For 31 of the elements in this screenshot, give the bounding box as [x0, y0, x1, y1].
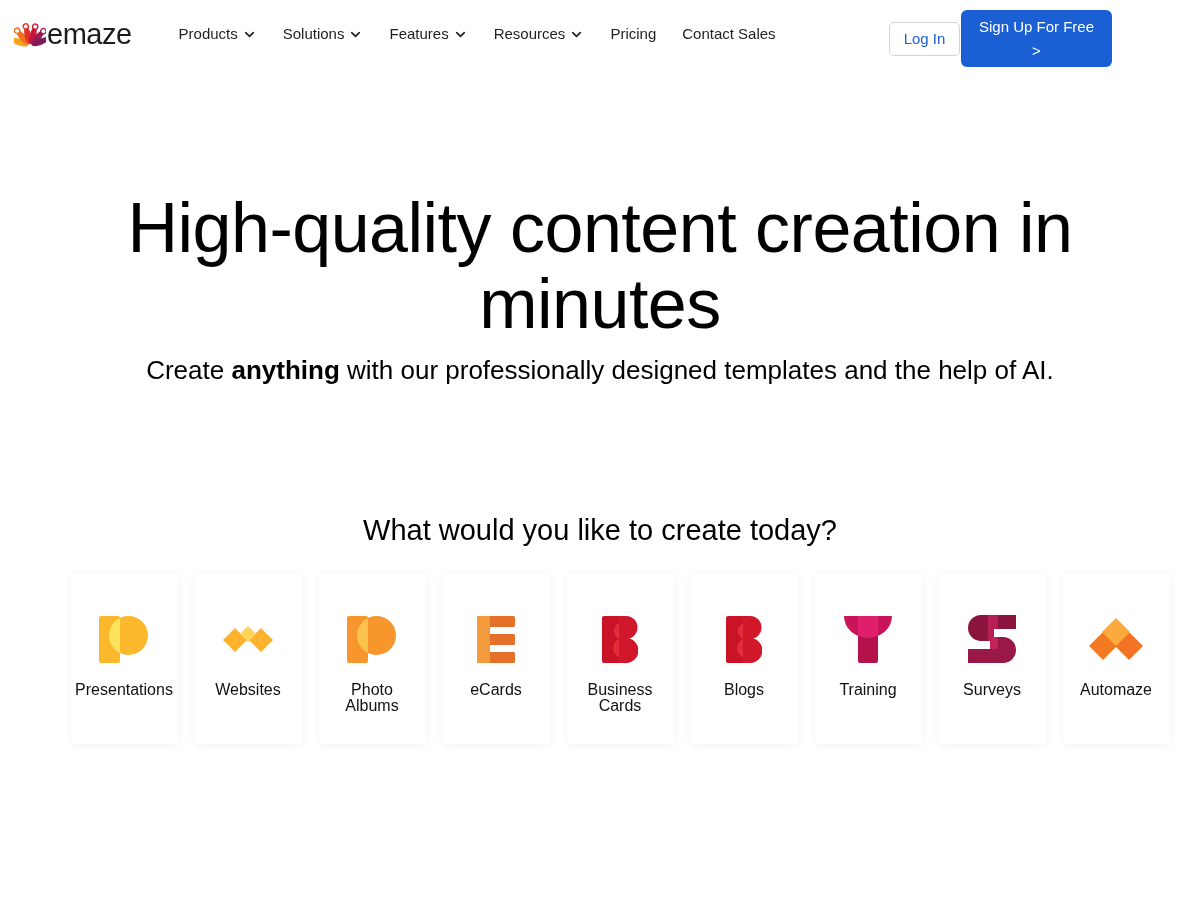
- nav-link[interactable]: Resources: [493, 22, 585, 46]
- signup-button[interactable]: Sign Up For Free >: [961, 10, 1112, 67]
- category-card[interactable]: Presentations: [70, 574, 178, 744]
- nav-link[interactable]: Features: [389, 22, 468, 46]
- section-heading: What would you like to create today?: [363, 513, 837, 548]
- category-card[interactable]: Training: [814, 574, 922, 744]
- nav-link[interactable]: Solutions: [282, 22, 364, 46]
- hero-subtitle: Create anything with our professionally designed templates and the help of AI.: [146, 354, 1054, 387]
- p-shape-icon: [99, 615, 149, 663]
- logo-text: emaze: [47, 19, 132, 49]
- p-shape-icon: [347, 615, 397, 663]
- nav-link[interactable]: Products: [178, 22, 257, 46]
- hero-title: High-quality content creation in minutes: [126, 190, 1074, 342]
- nav-link[interactable]: Contact Sales: [682, 22, 776, 46]
- category-card[interactable]: eCards: [442, 574, 550, 744]
- e-shape-icon: [477, 615, 515, 663]
- login-button[interactable]: Log In: [889, 22, 960, 56]
- s-shape-icon: [968, 615, 1016, 663]
- category-card[interactable]: Websites: [194, 574, 302, 744]
- chevron-shape-icon: [1087, 618, 1145, 660]
- b-shape-icon: [726, 615, 762, 663]
- w-shape-icon: [222, 624, 274, 654]
- nav-link[interactable]: Pricing: [610, 22, 657, 46]
- b-shape-icon: [602, 615, 638, 663]
- category-card[interactable]: Automaze: [1062, 574, 1170, 744]
- category-card[interactable]: Blogs: [690, 574, 798, 744]
- category-card[interactable]: Photo Albums: [318, 574, 426, 744]
- category-card[interactable]: Surveys: [938, 574, 1046, 744]
- t-shape-icon: [844, 615, 892, 663]
- category-card[interactable]: Business Cards: [566, 574, 674, 744]
- fan-logo-icon: [14, 21, 46, 47]
